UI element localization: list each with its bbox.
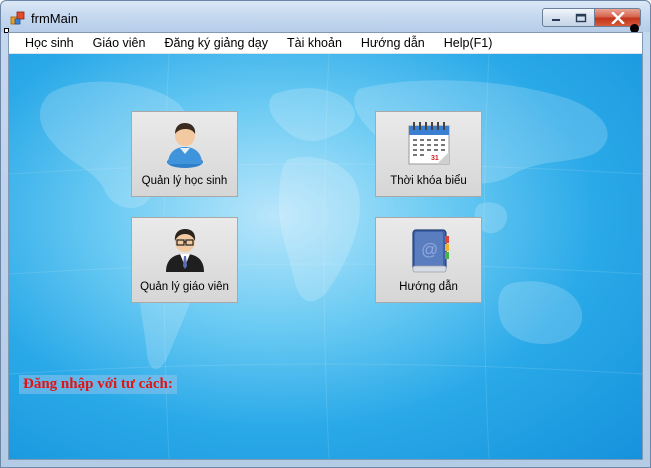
minimize-button[interactable] [542,8,569,27]
student-user-icon [166,123,203,168]
teacher-user-icon [165,229,204,272]
world-map-background [9,54,642,459]
minimize-icon [551,18,560,21]
maximize-button[interactable] [568,8,595,27]
guide-label: Hướng dẫn [399,281,458,293]
main-window: frmMain Học sinh Giáo viên Đăng ký giảng… [0,0,651,468]
manage-students-button[interactable]: Quản lý học sinh [131,111,238,197]
title-bar[interactable]: frmMain [1,1,650,32]
menu-item-hoc-sinh[interactable]: Học sinh [17,34,82,52]
client-area: Học sinh Giáo viên Đăng ký giảng dạy Tài… [8,32,643,460]
timetable-label: Thời khóa biểu [390,175,467,187]
guide-button[interactable]: @ Hướng dẫn [375,217,482,303]
menu-bar: Học sinh Giáo viên Đăng ký giảng dạy Tài… [9,33,642,54]
menu-item-dang-ky-giang-day[interactable]: Đăng ký giảng dạy [156,34,276,52]
login-as-label: Đăng nhập với tư cách: [19,375,177,394]
calendar-day-text: 31 [431,155,439,162]
timetable-button[interactable]: 31 Thời khóa biểu [375,111,482,197]
menu-item-huong-dan[interactable]: Hướng dẫn [353,34,433,52]
calendar-icon: 31 [408,122,449,165]
desktop-background: Quản lý học sinh 31 Thời khóa biểu Quản … [9,54,642,459]
menu-item-giao-vien[interactable]: Giáo viên [85,34,154,52]
manage-teachers-button[interactable]: Quản lý giáo viên [131,217,238,303]
svg-text:@: @ [421,240,438,259]
menu-item-help[interactable]: Help(F1) [436,34,501,52]
maximize-icon [575,13,587,22]
window-title: frmMain [31,11,78,26]
address-book-icon: @ [411,229,449,273]
manage-teachers-label: Quản lý giáo viên [140,281,229,293]
close-icon [610,11,625,24]
manage-students-label: Quản lý học sinh [141,175,228,187]
app-icon[interactable] [10,10,26,26]
menu-item-tai-khoan[interactable]: Tài khoản [279,34,350,52]
